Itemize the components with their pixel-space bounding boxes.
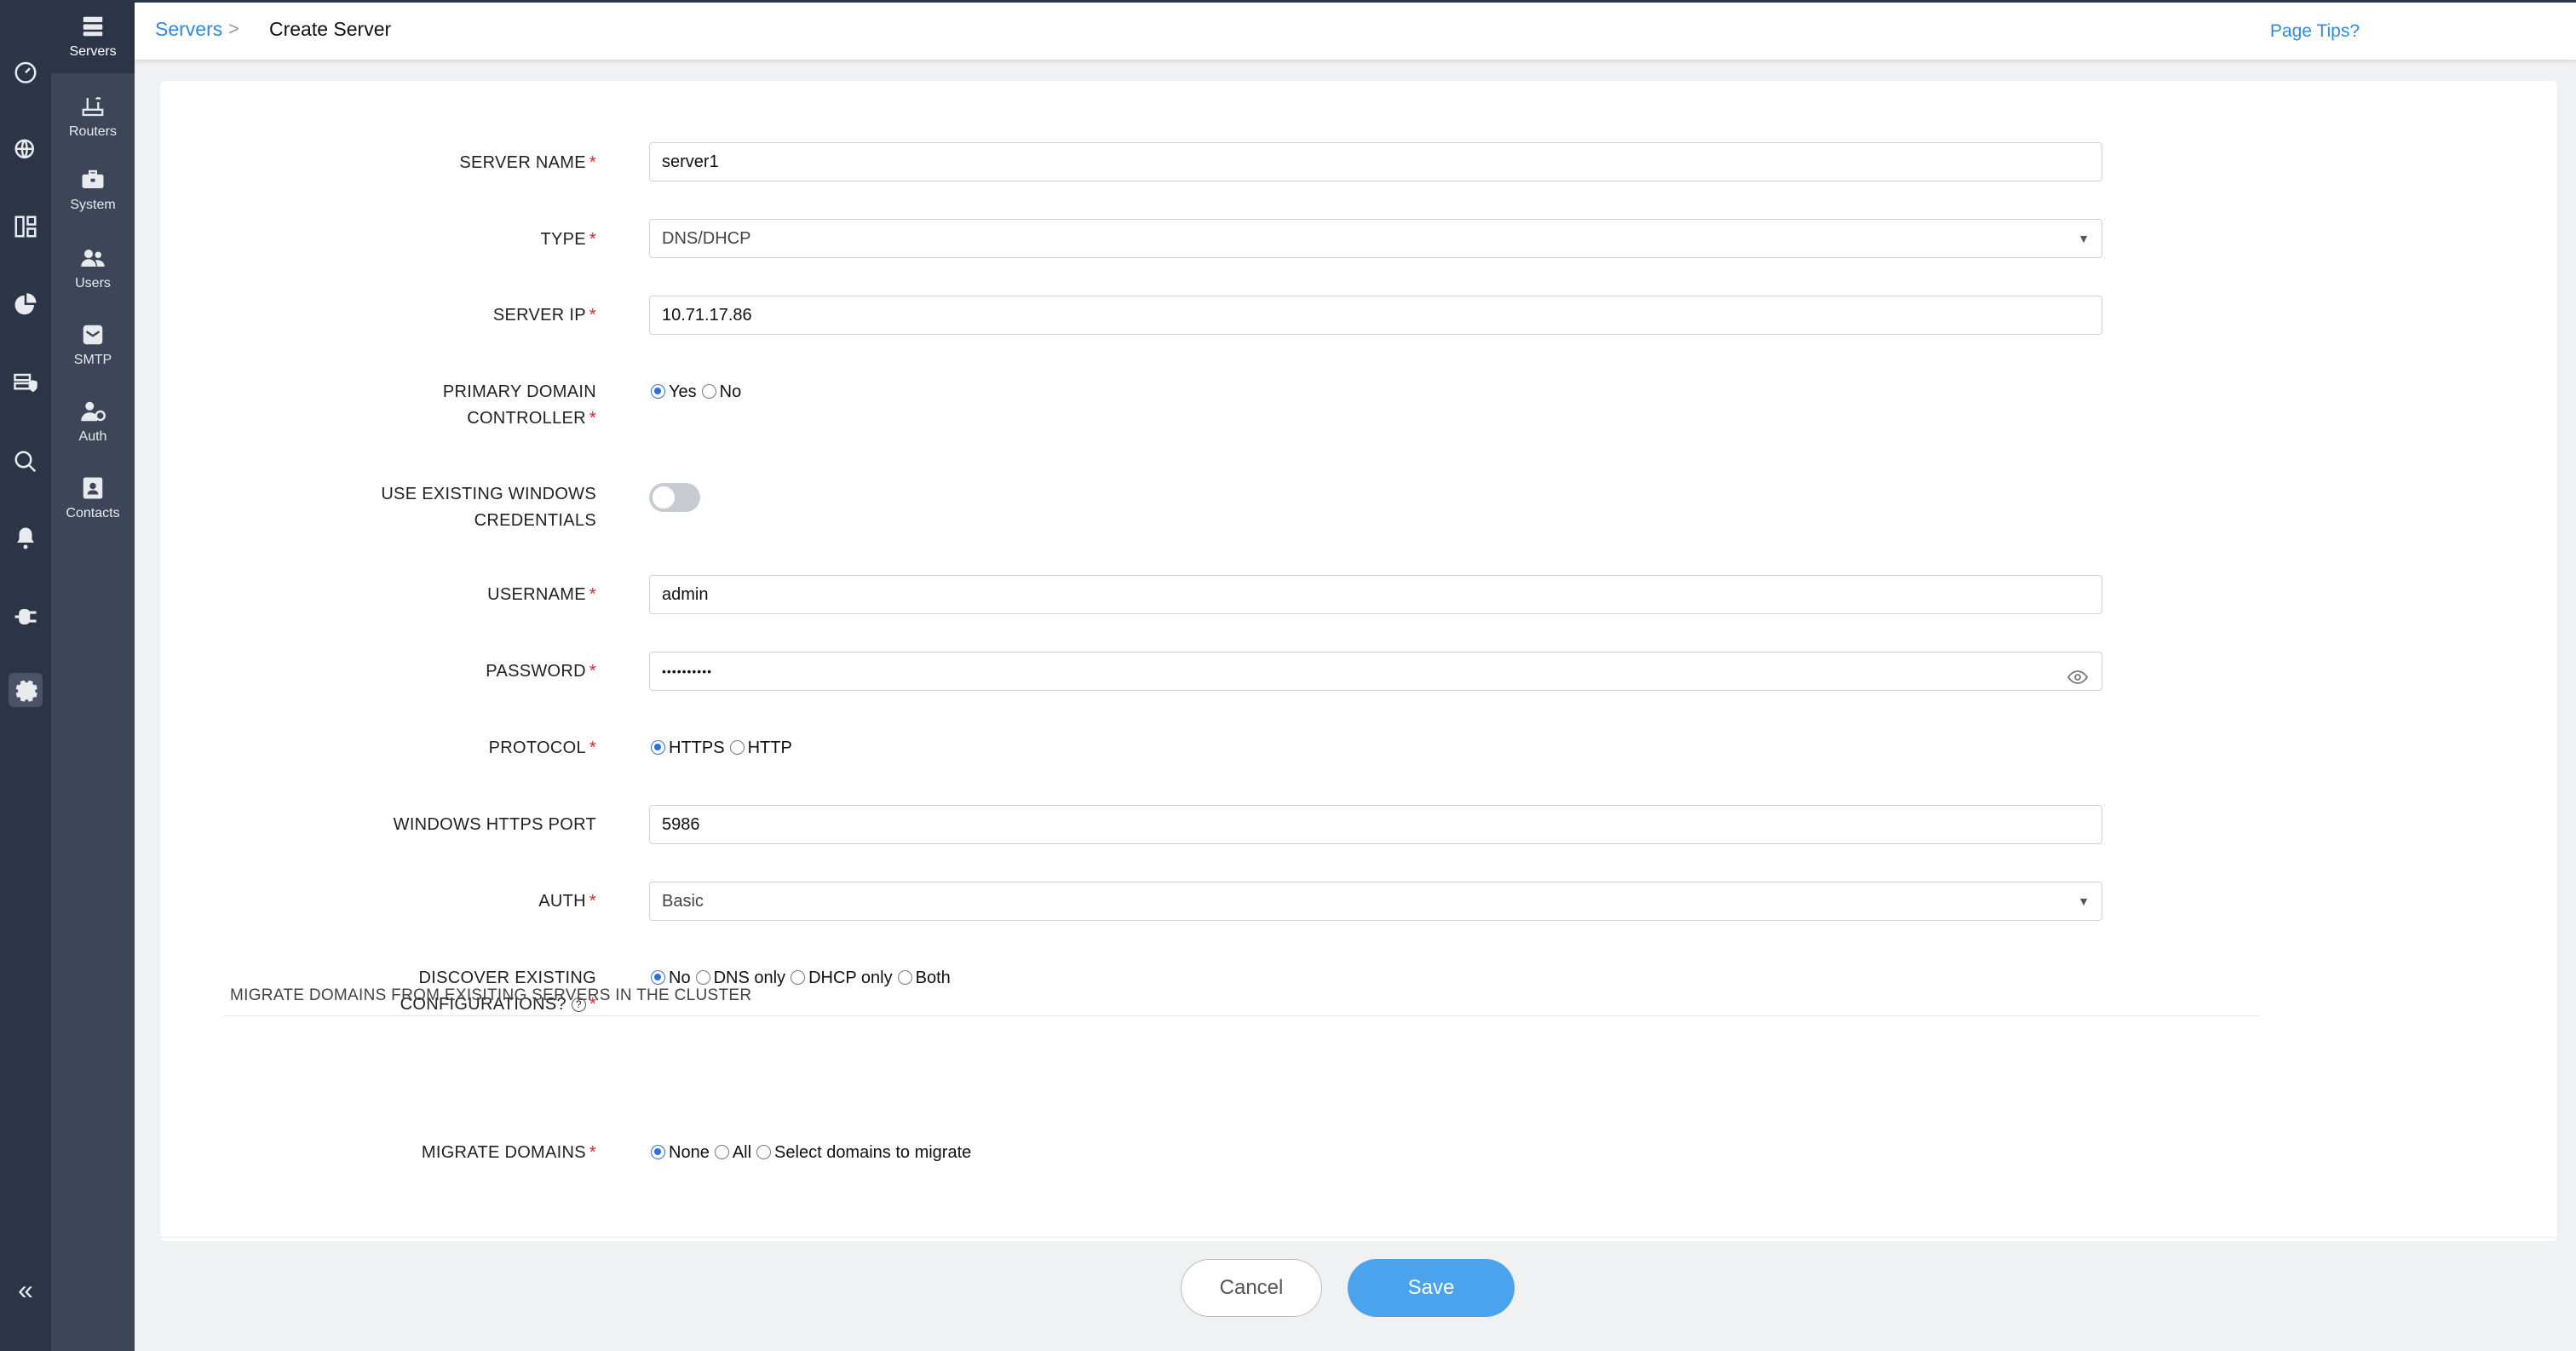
auth-label: AUTH * — [538, 892, 596, 911]
username-label: USERNAME * — [487, 585, 596, 604]
protocol-http-radio[interactable] — [729, 740, 745, 755]
https-port-input[interactable]: 5986 — [649, 805, 2102, 844]
save-button[interactable]: Save — [1348, 1259, 1515, 1317]
server-ip-label: SERVER IP * — [492, 306, 596, 325]
server-name-input[interactable]: server1 — [649, 142, 2102, 181]
pie-chart-icon[interactable] — [9, 288, 43, 322]
breadcrumb-separator: > — [228, 18, 239, 39]
router-icon — [82, 97, 104, 117]
discover-dns-only-radio[interactable] — [695, 970, 710, 985]
subnav-item-smtp[interactable]: SMTP — [51, 322, 135, 368]
auth-select[interactable]: Basic ▼ — [649, 882, 2102, 921]
use-existing-credentials-label: USE EXISTING WINDOWS CREDENTIALS — [381, 485, 596, 530]
discover-dhcp-only-radio[interactable] — [791, 970, 806, 985]
subnav-item-routers[interactable]: Routers — [51, 94, 135, 140]
search-analytics-icon[interactable] — [9, 445, 43, 479]
subnav-item-users[interactable]: Users — [51, 245, 135, 291]
subnav-item-servers[interactable]: Servers — [51, 0, 135, 73]
subnav-item-system[interactable]: System — [51, 167, 135, 213]
primary-dc-no-radio[interactable] — [701, 384, 716, 399]
migrate-all-radio[interactable] — [714, 1145, 729, 1159]
toolbox-icon — [82, 170, 104, 188]
migrate-select-radio[interactable] — [756, 1145, 772, 1159]
footer-divider — [160, 1237, 2557, 1238]
type-select[interactable]: DNS/DHCP ▼ — [649, 219, 2102, 258]
icon-rail: « — [0, 0, 51, 1351]
servers-icon — [83, 16, 103, 37]
subnav-item-auth[interactable]: Auth — [51, 399, 135, 445]
subnav-label: Users — [75, 276, 111, 290]
create-server-form: SERVER NAME * server1 TYPE * DNS/DHCP ▼ SER… — [160, 81, 2557, 1241]
discover-radio-group: No DNS only DHCP only Both — [649, 969, 954, 988]
subnav-label: System — [70, 198, 116, 212]
protocol-radio-group: HTTPS HTTP — [649, 739, 796, 758]
top-bar: Servers > Create Server Page Tips? — [135, 0, 2576, 60]
protocol-label: PROTOCOL * — [488, 739, 596, 757]
page-tips-link[interactable]: Page Tips? — [2270, 21, 2360, 42]
dns-globe-icon[interactable] — [9, 133, 43, 167]
settings-gear-icon[interactable] — [9, 673, 43, 707]
show-password-eye-icon[interactable] — [2067, 663, 2089, 700]
dropdown-caret-icon: ▼ — [2078, 232, 2090, 245]
collapse-sidebar-icon[interactable]: « — [9, 1273, 43, 1307]
dropdown-caret-icon: ▼ — [2078, 894, 2090, 908]
cancel-button[interactable]: Cancel — [1181, 1259, 1322, 1317]
migrate-radio-group: None All Select domains to migrate — [649, 1143, 975, 1163]
primary-dc-label: PRIMARY DOMAIN CONTROLLER * — [442, 382, 596, 428]
breadcrumb-servers-link[interactable]: Servers — [155, 18, 222, 41]
server-name-label: SERVER NAME * — [459, 153, 596, 172]
primary-dc-radio-group: Yes No — [649, 382, 745, 402]
server-ip-input[interactable]: 10.71.17.86 — [649, 296, 2102, 335]
mail-icon — [83, 325, 103, 345]
username-input[interactable]: admin — [649, 575, 2102, 614]
protocol-https-radio[interactable] — [651, 740, 665, 755]
auth-user-icon — [81, 401, 106, 422]
https-port-label: WINDOWS HTTPS PORT — [393, 815, 596, 834]
type-label: TYPE * — [540, 230, 596, 249]
contacts-icon — [83, 477, 103, 499]
password-label: PASSWORD * — [486, 662, 596, 681]
bell-icon[interactable] — [9, 521, 43, 555]
page-title: Create Server — [269, 18, 392, 40]
server-shield-icon[interactable] — [9, 366, 43, 400]
password-input[interactable]: •••••••••• — [649, 652, 2102, 691]
subnav-label: SMTP — [73, 353, 112, 367]
subnav-label: Servers — [69, 44, 117, 59]
plug-icon[interactable] — [9, 600, 43, 634]
users-icon — [81, 250, 105, 267]
discover-no-radio[interactable] — [651, 970, 665, 985]
section-divider — [223, 1015, 2259, 1016]
migrate-none-radio[interactable] — [651, 1145, 665, 1159]
settings-subnav: Servers Routers System Users SMTP Auth C… — [51, 0, 135, 1351]
subnav-label: Contacts — [66, 506, 120, 520]
network-icon[interactable] — [9, 210, 43, 244]
subnav-label: Routers — [68, 124, 118, 139]
migrate-domains-label: MIGRATE DOMAINS * — [421, 1143, 596, 1162]
subnav-item-contacts[interactable]: Contacts — [51, 475, 135, 521]
subnav-label: Auth — [78, 429, 107, 444]
use-existing-credentials-toggle[interactable] — [649, 483, 700, 512]
dashboard-icon[interactable] — [9, 55, 43, 89]
migrate-section-title: MIGRATE DOMAINS FROM EXISITING SERVERS I… — [230, 986, 752, 1004]
primary-dc-yes-radio[interactable] — [651, 384, 665, 399]
discover-both-radio[interactable] — [897, 970, 912, 985]
